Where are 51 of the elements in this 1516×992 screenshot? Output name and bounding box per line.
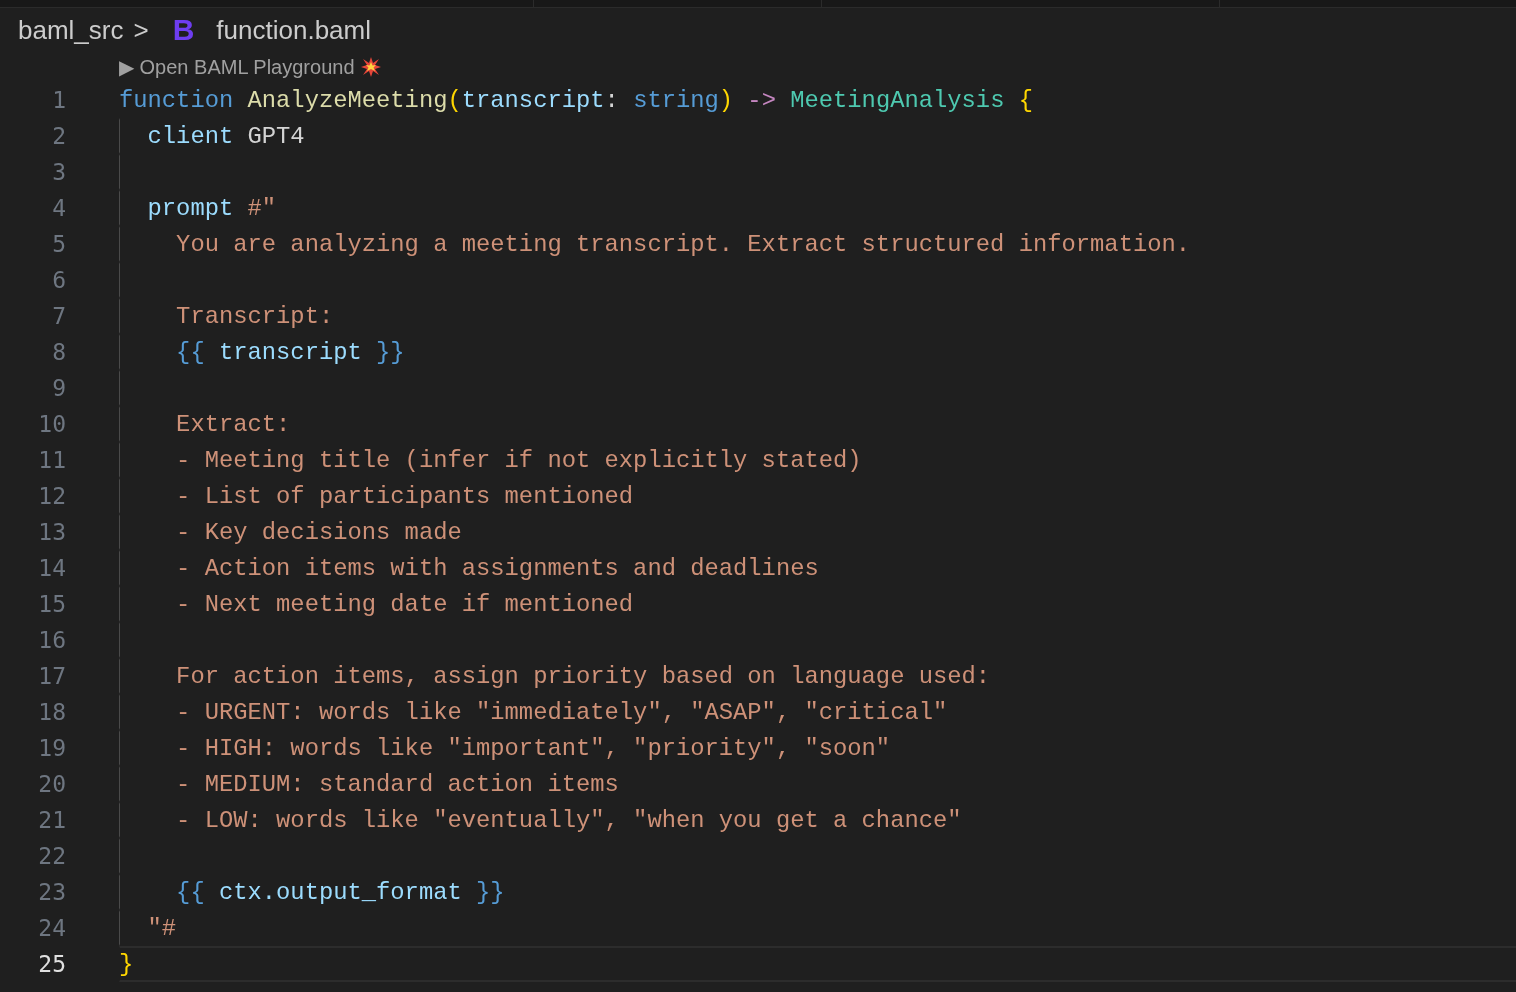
code-line: - Meeting title (infer if not explicitly stated) — [175, 446, 862, 474]
code-line: client GPT4 — [146, 122, 305, 150]
line-number: 1 — [51, 86, 66, 115]
code-line: } — [119, 950, 134, 978]
code-line: - MEDIUM: standard action items — [175, 770, 619, 798]
line-number: 4 — [51, 194, 66, 223]
codelens-link[interactable]: ▶ Open BAML Playground — [119, 55, 355, 79]
line-number: 3 — [51, 158, 66, 187]
code-line: {{ ctx.output_format }} — [175, 878, 505, 906]
code-line: - List of participants mentioned — [175, 482, 634, 510]
explosion-icon — [360, 57, 381, 77]
line-number: 8 — [51, 338, 66, 367]
line-number: 6 — [51, 266, 66, 295]
line-number: 11 — [37, 446, 66, 475]
line-number: 23 — [37, 878, 66, 907]
breadcrumb-separator: > — [133, 14, 149, 46]
code-line: - URGENT: words like "immediately", "ASAP", "critical" — [175, 698, 948, 726]
line-number: 2 — [51, 122, 66, 151]
line-number: 13 — [37, 518, 66, 547]
code-line: You are analyzing a meeting transcript. Extract structured information. — [175, 230, 1191, 258]
line-number: 17 — [37, 662, 66, 691]
code-line: {{ transcript }} — [175, 338, 405, 366]
code-line: function AnalyzeMeeting(transcript: string) -> MeetingAnalysis { — [119, 86, 1033, 114]
file-breadcrumb[interactable]: function.baml — [216, 14, 371, 46]
line-number: 12 — [37, 482, 66, 511]
code-line: - HIGH: words like "important", "priority", "soon" — [175, 734, 891, 762]
line-number: 14 — [37, 554, 66, 583]
folder-breadcrumb[interactable]: baml_src — [18, 14, 124, 46]
line-number: 21 — [37, 806, 66, 835]
code-line: - Key decisions made — [175, 518, 462, 546]
code-line: "# — [146, 914, 177, 942]
code-line: - Action items with assignments and deadlines — [175, 554, 819, 582]
line-number: 22 — [37, 842, 66, 871]
line-number: 24 — [37, 914, 66, 943]
code-line: - Next meeting date if mentioned — [175, 590, 634, 618]
line-number: 7 — [51, 302, 66, 331]
line-number: 10 — [37, 410, 66, 439]
line-number: 25 — [37, 950, 66, 979]
line-number: 16 — [37, 626, 66, 655]
code-line: prompt #" — [146, 194, 277, 222]
code-line: For action items, assign priority based on language used: — [175, 662, 991, 690]
file-type-icon: B — [172, 13, 195, 47]
code-line: Extract: — [175, 410, 291, 438]
code-line: Transcript: — [175, 302, 334, 330]
line-number: 20 — [37, 770, 66, 799]
code-line: - LOW: words like "eventually", "when you get a chance" — [175, 806, 962, 834]
line-number: 19 — [37, 734, 66, 763]
line-number: 15 — [37, 590, 66, 619]
line-number: 5 — [51, 230, 66, 259]
line-number: 18 — [37, 698, 66, 727]
line-number: 9 — [51, 374, 66, 403]
